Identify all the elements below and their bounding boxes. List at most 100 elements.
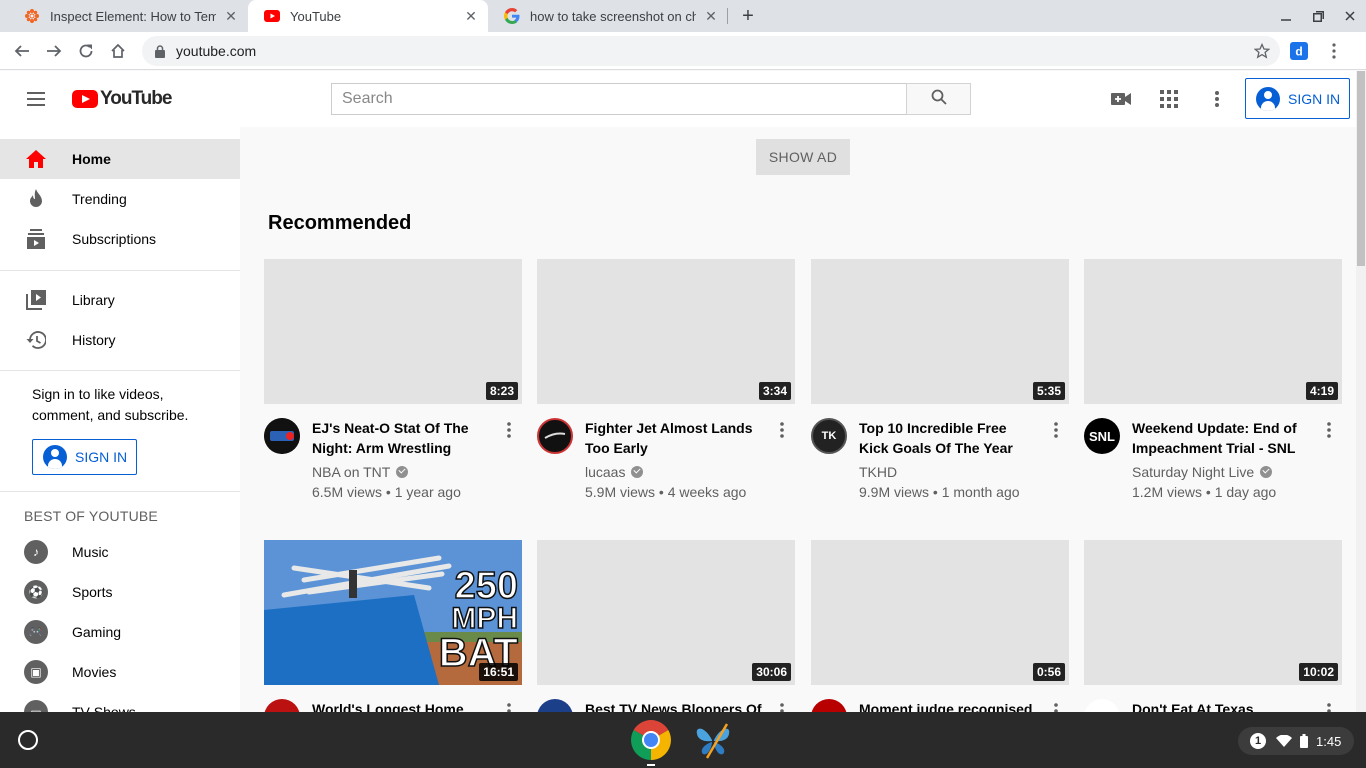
system-tray[interactable]: 1 1:45	[1238, 727, 1354, 755]
channel-avatar[interactable]	[264, 699, 300, 712]
sidebar-item-subscriptions[interactable]: Subscriptions	[0, 219, 240, 259]
minimize-button[interactable]	[1270, 0, 1302, 32]
new-tab-button[interactable]: +	[736, 4, 760, 28]
chrome-app-icon[interactable]	[631, 720, 671, 760]
create-video-icon[interactable]	[1109, 87, 1133, 111]
tab-inspect-element[interactable]: Inspect Element: How to Temporarily Edit…	[8, 0, 248, 32]
video-thumbnail[interactable]: 5:35	[811, 259, 1069, 404]
video-title[interactable]: Best TV News Bloopers Of	[585, 699, 765, 712]
video-menu-icon[interactable]	[775, 418, 789, 442]
channel-avatar[interactable]	[264, 418, 300, 454]
browser-toolbar: youtube.com d	[0, 32, 1366, 70]
extension-icon[interactable]: d	[1285, 37, 1313, 65]
sidebar-item-sports[interactable]: ⚽ Sports	[0, 572, 240, 612]
tab-separator	[727, 8, 728, 24]
channel-avatar[interactable]: SNL	[1084, 418, 1120, 454]
channel-avatar[interactable]: TK	[811, 418, 847, 454]
video-title[interactable]: Moment judge recognised	[859, 699, 1039, 712]
sidebar-item-library[interactable]: Library	[0, 280, 240, 320]
video-duration: 0:56	[1032, 663, 1065, 681]
channel-name[interactable]: Saturday Night Live	[1132, 464, 1273, 480]
sidebar-signin-button[interactable]: SIGN IN	[32, 439, 137, 475]
channel-name[interactable]: lucaas	[585, 464, 644, 480]
video-duration: 4:19	[1305, 382, 1338, 400]
video-card[interactable]: 30:06 Best TV News Bloopers Of	[537, 540, 795, 712]
tab-google-search[interactable]: how to take screenshot on chrome ✕	[488, 0, 728, 32]
video-menu-icon[interactable]	[1322, 418, 1336, 442]
video-title[interactable]: Don't Eat At Texas	[1132, 699, 1312, 712]
video-menu-icon[interactable]	[502, 699, 516, 712]
signin-button[interactable]: SIGN IN	[1245, 78, 1350, 119]
close-tab-icon[interactable]: ✕	[222, 7, 240, 25]
back-button[interactable]	[8, 37, 36, 65]
bookmark-star-icon[interactable]	[1252, 41, 1272, 61]
video-title[interactable]: Fighter Jet Almost Lands Too Early	[585, 418, 765, 458]
home-button[interactable]	[104, 37, 132, 65]
video-card[interactable]: 5:35 TK Top 10 Incredible Free Kick Goal…	[811, 259, 1069, 504]
hamburger-menu-icon[interactable]	[22, 87, 50, 111]
video-thumbnail[interactable]: 30:06	[537, 540, 795, 685]
youtube-logo[interactable]: YouTube	[72, 87, 172, 111]
forward-button[interactable]	[40, 37, 68, 65]
video-title[interactable]: EJ's Neat-O Stat Of The Night: Arm Wrest…	[312, 418, 492, 458]
lock-icon[interactable]	[152, 43, 168, 59]
apps-grid-icon[interactable]	[1157, 87, 1181, 111]
video-card[interactable]: 0:56 Moment judge recognised	[811, 540, 1069, 712]
video-title[interactable]: Top 10 Incredible Free Kick Goals Of The…	[859, 418, 1039, 458]
sidebar-item-home[interactable]: Home	[0, 139, 240, 179]
video-thumbnail[interactable]: 4:19	[1084, 259, 1342, 404]
library-icon	[24, 288, 48, 312]
video-thumbnail[interactable]: 0:56	[811, 540, 1069, 685]
video-menu-icon[interactable]	[1322, 699, 1336, 712]
sidebar-item-history[interactable]: History	[0, 320, 240, 360]
video-thumbnail[interactable]: 8:23	[264, 259, 522, 404]
page-scrollbar[interactable]	[1356, 71, 1366, 712]
google-icon	[504, 8, 520, 24]
sidebar-item-trending[interactable]: Trending	[0, 179, 240, 219]
sidebar-item-music[interactable]: ♪ Music	[0, 532, 240, 572]
video-card[interactable]: 3:34 Fighter Jet Almost Lands Too Early …	[537, 259, 795, 504]
video-card[interactable]: 4:19 SNL Weekend Update: End of Impeachm…	[1084, 259, 1342, 504]
tab-youtube[interactable]: YouTube ✕	[248, 0, 488, 32]
video-title[interactable]: World's Longest Home Run	[312, 699, 492, 712]
video-menu-icon[interactable]	[502, 418, 516, 442]
restore-button[interactable]	[1302, 0, 1334, 32]
reload-button[interactable]	[72, 37, 100, 65]
video-card[interactable]: 250 MPH BAT 16:51 World's Longest Home R…	[264, 540, 522, 712]
show-ad-button[interactable]: SHOW AD	[756, 139, 850, 175]
channel-avatar[interactable]	[537, 418, 573, 454]
channel-avatar[interactable]	[811, 699, 847, 712]
channel-name[interactable]: NBA on TNT	[312, 464, 409, 480]
sidebar-item-movies[interactable]: ▣ Movies	[0, 652, 240, 692]
channel-avatar[interactable]	[1084, 699, 1120, 712]
launcher-button[interactable]	[18, 730, 38, 750]
video-thumbnail[interactable]: 250 MPH BAT 16:51	[264, 540, 522, 685]
video-menu-icon[interactable]	[1049, 699, 1063, 712]
sidebar-item-gaming[interactable]: 🎮 Gaming	[0, 612, 240, 652]
video-duration: 8:23	[485, 382, 518, 400]
chrome-menu-icon[interactable]	[1320, 37, 1348, 65]
sidebar: Home Trending Subscriptions Library Hist…	[0, 127, 240, 712]
channel-avatar[interactable]	[537, 699, 573, 712]
video-thumbnail[interactable]: 3:34	[537, 259, 795, 404]
close-window-button[interactable]	[1334, 0, 1366, 32]
video-duration: 3:34	[758, 382, 791, 400]
address-bar[interactable]: youtube.com	[142, 36, 1280, 66]
notification-count[interactable]: 1	[1250, 733, 1266, 749]
video-thumbnail[interactable]: 10:02	[1084, 540, 1342, 685]
scrollbar-thumb[interactable]	[1357, 71, 1365, 266]
settings-more-icon[interactable]	[1205, 87, 1229, 111]
video-duration: 5:35	[1032, 382, 1065, 400]
video-menu-icon[interactable]	[775, 699, 789, 712]
close-tab-icon[interactable]: ✕	[702, 7, 720, 25]
close-tab-icon[interactable]: ✕	[462, 7, 480, 25]
sidebar-item-tv-shows[interactable]: ▭ TV Shows	[0, 692, 240, 712]
butterfly-app-icon[interactable]	[693, 720, 733, 760]
video-card[interactable]: 8:23 EJ's Neat-O Stat Of The Night: Arm …	[264, 259, 522, 504]
video-menu-icon[interactable]	[1049, 418, 1063, 442]
video-card[interactable]: 10:02 Don't Eat At Texas	[1084, 540, 1342, 712]
search-input[interactable]	[342, 90, 907, 108]
channel-name[interactable]: TKHD	[859, 464, 897, 480]
search-button[interactable]	[906, 83, 971, 115]
video-title[interactable]: Weekend Update: End of Impeachment Trial…	[1132, 418, 1312, 458]
